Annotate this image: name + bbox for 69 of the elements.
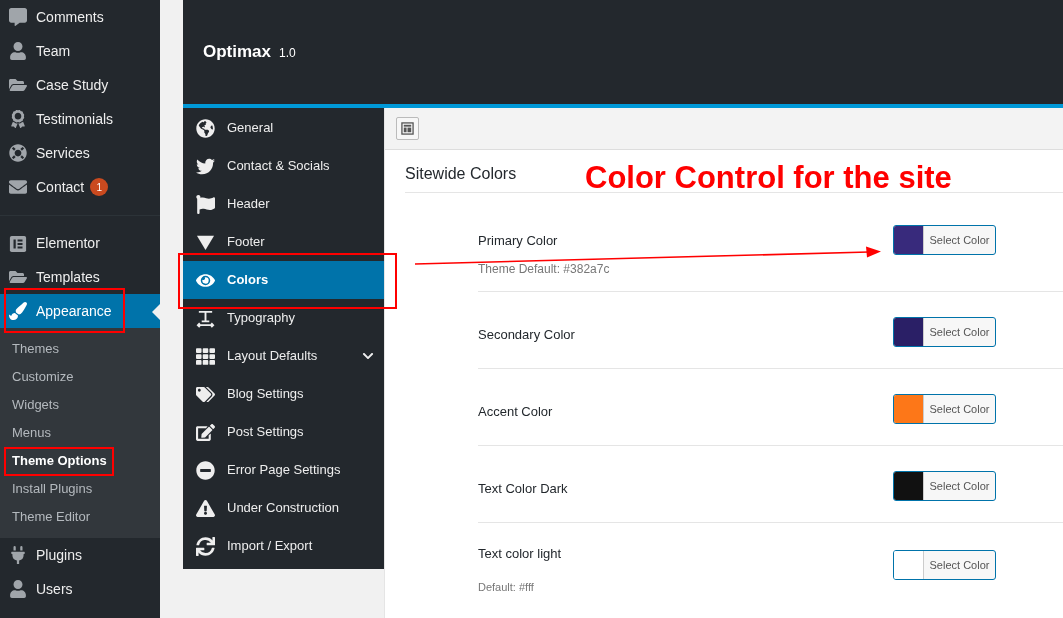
options-nav-item[interactable]: Post Settings (183, 413, 384, 451)
grid-icon (196, 346, 215, 366)
color-picker-button[interactable]: Select Color (893, 394, 996, 424)
edit-icon (196, 422, 215, 442)
version-label: 1.0 (279, 45, 296, 62)
options-nav-item[interactable]: Footer (183, 223, 384, 261)
admin-menu-item[interactable]: Team (0, 34, 160, 68)
color-picker-button[interactable]: Select Color (893, 550, 996, 580)
admin-menu-item[interactable]: Case Study (0, 68, 160, 102)
color-picker-button[interactable]: Select Color (893, 317, 996, 347)
admin-submenu-item[interactable]: Customize (0, 363, 160, 391)
count-badge: 1 (90, 178, 109, 196)
admin-menu-item[interactable]: Appearance (0, 294, 160, 328)
options-nav-item[interactable]: Colors (183, 261, 384, 299)
options-nav-item[interactable]: Layout Defaults (183, 337, 384, 375)
field-label: Text Color Dark (478, 480, 569, 498)
admin-submenu-item[interactable]: Theme Options (0, 447, 160, 475)
admin-submenu-item[interactable]: Widgets (0, 391, 160, 419)
color-picker-button[interactable]: Select Color (893, 225, 996, 255)
panel-title: Optimax (203, 41, 272, 64)
globe-icon (196, 118, 215, 138)
folder-icon (9, 268, 27, 286)
tag-icon (196, 384, 215, 404)
flag-icon (196, 194, 215, 214)
refresh-icon (196, 536, 215, 556)
field-label: Accent Color (478, 403, 554, 421)
envelope-icon (9, 178, 27, 196)
annotation-text: Color Control for the site (585, 159, 952, 197)
admin-menu-item[interactable]: Testimonials (0, 102, 160, 136)
options-nav-item[interactable]: Contact & Socials (183, 147, 384, 185)
paintbrush-icon (9, 302, 27, 320)
options-nav-item[interactable]: Under Construction (183, 489, 384, 527)
admin-menu-item[interactable]: Plugins (0, 538, 160, 572)
options-nav-item[interactable]: Import / Export (183, 527, 384, 565)
elementor-icon (9, 234, 27, 253)
section-title: Sitewide Colors (405, 164, 517, 184)
warning-icon (196, 498, 215, 518)
admin-menu-item[interactable]: Users (0, 572, 160, 606)
admin-submenu-item[interactable]: Install Plugins (0, 475, 160, 503)
award-icon (9, 110, 27, 128)
admin-menu-item[interactable]: Services (0, 136, 160, 170)
field-label: Text color light (478, 545, 563, 563)
field-description: Theme Default: #382a7c (478, 260, 610, 278)
admin-submenu-item[interactable]: Themes (0, 335, 160, 363)
options-nav-item[interactable]: Typography (183, 299, 384, 337)
field-label: Primary Color (478, 232, 559, 250)
current-pointer (152, 304, 160, 320)
field-label: Secondary Color (478, 326, 576, 344)
admin-submenu-item[interactable]: Theme Editor (0, 503, 160, 531)
options-nav-item[interactable]: Blog Settings (183, 375, 384, 413)
text-icon (196, 308, 215, 328)
bird-icon (196, 156, 215, 176)
admin-menu-item[interactable]: Elementor (0, 215, 160, 260)
field-description: Default: #fff (478, 579, 534, 595)
options-nav-item[interactable]: Header (183, 185, 384, 223)
options-nav-item[interactable]: Error Page Settings (183, 451, 384, 489)
admin-menu-item[interactable]: Comments (0, 0, 160, 34)
color-picker-button[interactable]: Select Color (893, 471, 996, 501)
admin-submenu-item[interactable]: Menus (0, 419, 160, 447)
options-nav-item[interactable]: General (183, 109, 384, 147)
person-icon (9, 580, 27, 598)
folder-icon (9, 76, 27, 94)
admin-menu-item[interactable]: Contact 1 (0, 170, 160, 204)
ring-icon (9, 144, 27, 162)
admin-menu-item[interactable]: Templates (0, 260, 160, 294)
layout-toggle-icon[interactable] (396, 117, 419, 140)
comment-icon (9, 8, 27, 26)
plug-icon (9, 546, 27, 564)
person-icon (9, 42, 27, 60)
